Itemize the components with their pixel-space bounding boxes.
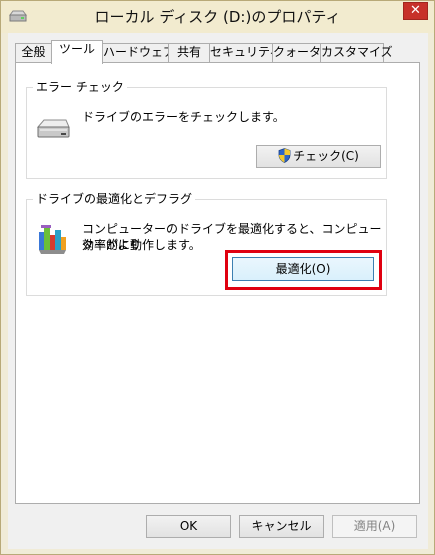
apply-button-label: 適用(A) (353, 519, 396, 533)
window-title: ローカル ディスク (D:)のプロパティ (94, 8, 341, 26)
check-button-label: チェック(C) (293, 149, 359, 163)
error-check-title: エラー チェック (33, 80, 127, 94)
error-check-description: ドライブのエラーをチェックします。 (82, 110, 285, 124)
check-button[interactable]: チェック(C) (256, 145, 381, 168)
tab-customize[interactable]: カスタマイズ (320, 43, 393, 62)
tab-security[interactable]: セキュリティ (209, 43, 281, 62)
cancel-button-label: キャンセル (251, 519, 312, 533)
apply-button[interactable]: 適用(A) (332, 515, 417, 538)
tools-tab-panel: エラー チェック ドライブのエラーをチェックします。 チェック(C) ドライブの… (15, 62, 420, 504)
close-icon: ✕ (410, 3, 421, 18)
optimize-group: ドライブの最適化とデフラグ コンピューターのドライブを最適化すると、コンピュータ… (26, 192, 387, 296)
tab-sharing[interactable]: 共有 (168, 43, 210, 62)
properties-window: ローカル ディスク (D:)のプロパティ ✕ 全般 ツール ハードウェア 共有 … (0, 0, 435, 555)
uac-shield-icon (278, 148, 291, 163)
error-check-group: エラー チェック ドライブのエラーをチェックします。 チェック(C) (26, 80, 387, 179)
tab-quota[interactable]: クォータ (272, 43, 321, 62)
title-bar[interactable]: ローカル ディスク (D:)のプロパティ ✕ (1, 1, 434, 33)
optimize-title: ドライブの最適化とデフラグ (33, 192, 196, 206)
close-button[interactable]: ✕ (403, 2, 428, 20)
optimize-description-line2: 効率的に動作します。 (82, 238, 201, 252)
dialog-client-area: 全般 ツール ハードウェア 共有 セキュリティ クォータ カスタマイズ エラー … (8, 33, 428, 549)
tab-general[interactable]: 全般 (15, 43, 52, 62)
cancel-button[interactable]: キャンセル (239, 515, 324, 538)
defrag-icon (39, 225, 66, 254)
hard-drive-icon (36, 119, 70, 138)
optimize-button-label: 最適化(O) (275, 262, 331, 276)
ok-button[interactable]: OK (146, 515, 231, 538)
optimize-button[interactable]: 最適化(O) (232, 257, 374, 281)
ok-button-label: OK (179, 519, 198, 533)
tab-hardware[interactable]: ハードウェア (102, 43, 175, 62)
tab-tools[interactable]: ツール (51, 40, 103, 64)
